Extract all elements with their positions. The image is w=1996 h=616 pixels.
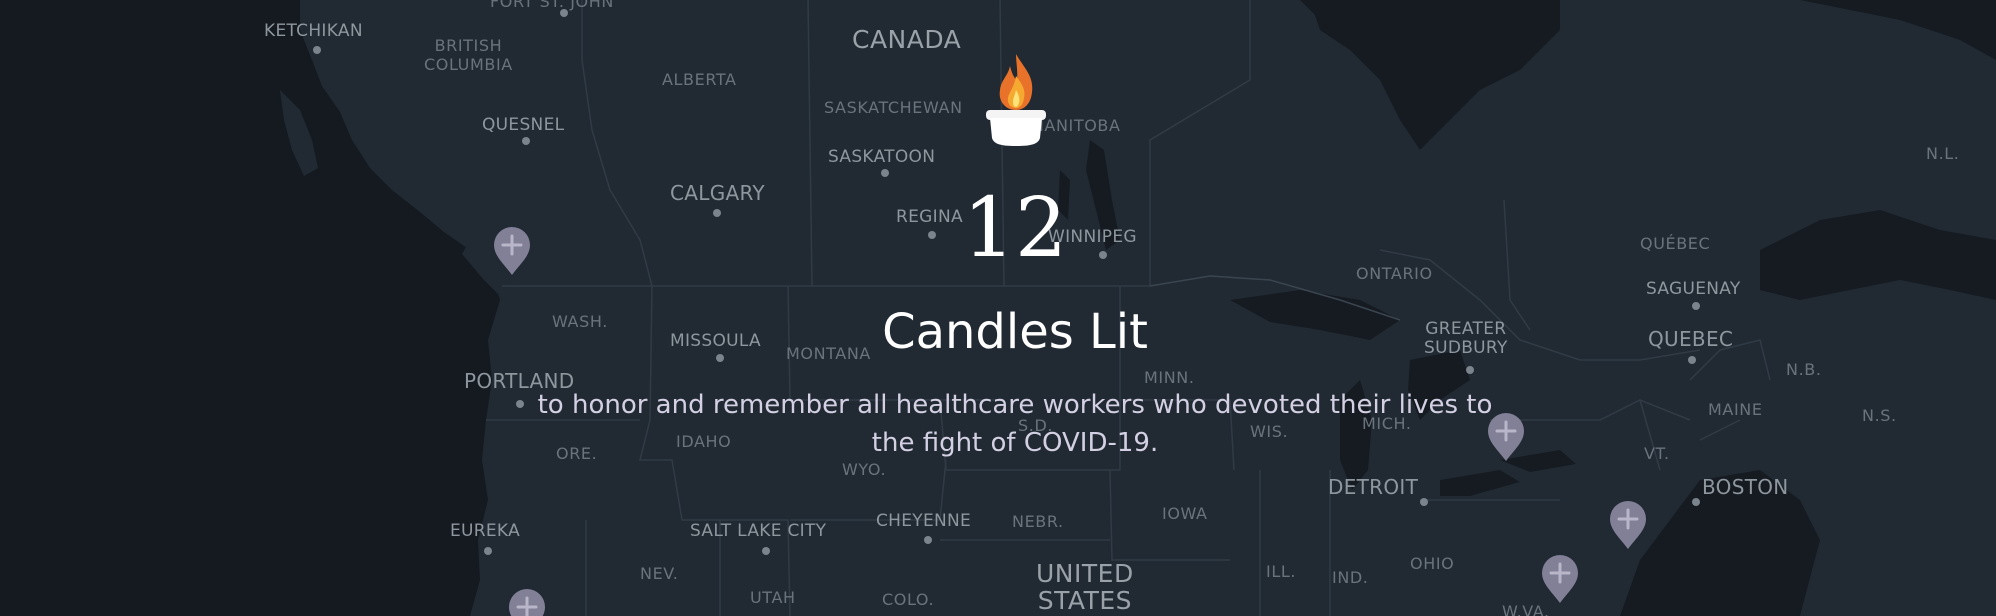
label-ore: ORE.: [556, 444, 598, 463]
city-dot: [881, 169, 889, 177]
plus-icon: [1488, 413, 1524, 461]
label-nebr: NEBR.: [1012, 512, 1064, 531]
city-dot: [516, 400, 524, 408]
label-united-states: UNITED STATES: [1036, 559, 1134, 615]
city-dot: [762, 547, 770, 555]
label-quebec-province: QUÉBEC: [1640, 234, 1711, 253]
candle-pin[interactable]: [1608, 500, 1648, 550]
label-quebec-city: QUEBEC: [1648, 327, 1734, 351]
label-ketchikan: KETCHIKAN: [264, 21, 363, 41]
label-sd: S.D.: [1018, 416, 1054, 435]
candle-pin[interactable]: [1540, 554, 1580, 604]
city-dot: [1692, 302, 1700, 310]
city-dot: [522, 137, 530, 145]
candle-pin[interactable]: [507, 588, 547, 616]
label-salt-lake-city: SALT LAKE CITY: [690, 521, 827, 541]
plus-icon: [1610, 501, 1646, 549]
label-maine: MAINE: [1708, 400, 1763, 419]
candle-pin[interactable]: [492, 226, 532, 276]
city-dot: [713, 209, 721, 217]
label-manitoba: MANITOBA: [1030, 116, 1121, 135]
label-missoula: MISSOULA: [670, 331, 761, 351]
label-ill: ILL.: [1266, 562, 1297, 581]
label-wash: WASH.: [552, 312, 608, 331]
label-nb: N.B.: [1786, 360, 1822, 379]
label-ontario: ONTARIO: [1356, 264, 1433, 283]
city-dot: [313, 46, 321, 54]
plus-icon: [494, 227, 530, 275]
label-wva: W.VA.: [1502, 602, 1550, 616]
label-regina: REGINA: [896, 207, 963, 227]
label-boston: BOSTON: [1702, 475, 1789, 499]
city-dot: [928, 231, 936, 239]
label-saskatoon: SASKATOON: [828, 147, 936, 167]
label-minn: MINN.: [1144, 368, 1195, 387]
label-montana: MONTANA: [786, 344, 871, 363]
label-alberta: ALBERTA: [662, 70, 737, 89]
label-nl: N.L.: [1926, 144, 1960, 163]
label-ns: N.S.: [1862, 406, 1897, 425]
map-view[interactable]: KETCHIKAN FORT ST. JOHN BRITISH COLUMBIA…: [0, 0, 1996, 616]
label-wyo: WYO.: [842, 460, 887, 479]
city-dot: [1099, 251, 1107, 259]
label-ind: IND.: [1332, 568, 1369, 587]
city-dot: [484, 547, 492, 555]
label-utah: UTAH: [750, 588, 796, 607]
label-saskatchewan: SASKATCHEWAN: [824, 98, 963, 117]
label-iowa: IOWA: [1162, 504, 1208, 523]
label-british-columbia: BRITISH COLUMBIA: [424, 36, 513, 74]
city-dot: [924, 536, 932, 544]
label-nev: NEV.: [640, 564, 679, 583]
label-cheyenne: CHEYENNE: [876, 511, 972, 531]
label-colo: COLO.: [882, 590, 935, 609]
label-greater-sudbury: GREATER SUDBURY: [1424, 319, 1508, 358]
label-fort-st-john: FORT ST. JOHN: [490, 0, 614, 11]
candle-pin[interactable]: [1486, 412, 1526, 462]
label-ohio: OHIO: [1410, 554, 1455, 573]
city-dot: [1688, 356, 1696, 364]
city-dot: [1420, 498, 1428, 506]
label-quesnel: QUESNEL: [482, 115, 565, 135]
plus-icon: [1542, 555, 1578, 603]
label-calgary: CALGARY: [670, 181, 765, 205]
label-vt: VT.: [1644, 444, 1670, 463]
label-idaho: IDAHO: [676, 432, 732, 451]
city-dot: [1692, 498, 1700, 506]
label-canada: CANADA: [852, 25, 962, 54]
label-detroit: DETROIT: [1328, 475, 1419, 499]
label-winnipeg: WINNIPEG: [1048, 227, 1137, 247]
city-dot: [560, 9, 568, 17]
label-mich: MICH.: [1362, 414, 1412, 433]
label-wis: WIS.: [1250, 422, 1289, 441]
city-dot: [1466, 366, 1474, 374]
label-portland: PORTLAND: [464, 369, 575, 393]
label-saguenay: SAGUENAY: [1646, 279, 1741, 299]
city-dot: [716, 354, 724, 362]
plus-icon: [509, 589, 545, 616]
label-eureka: EUREKA: [450, 521, 521, 541]
